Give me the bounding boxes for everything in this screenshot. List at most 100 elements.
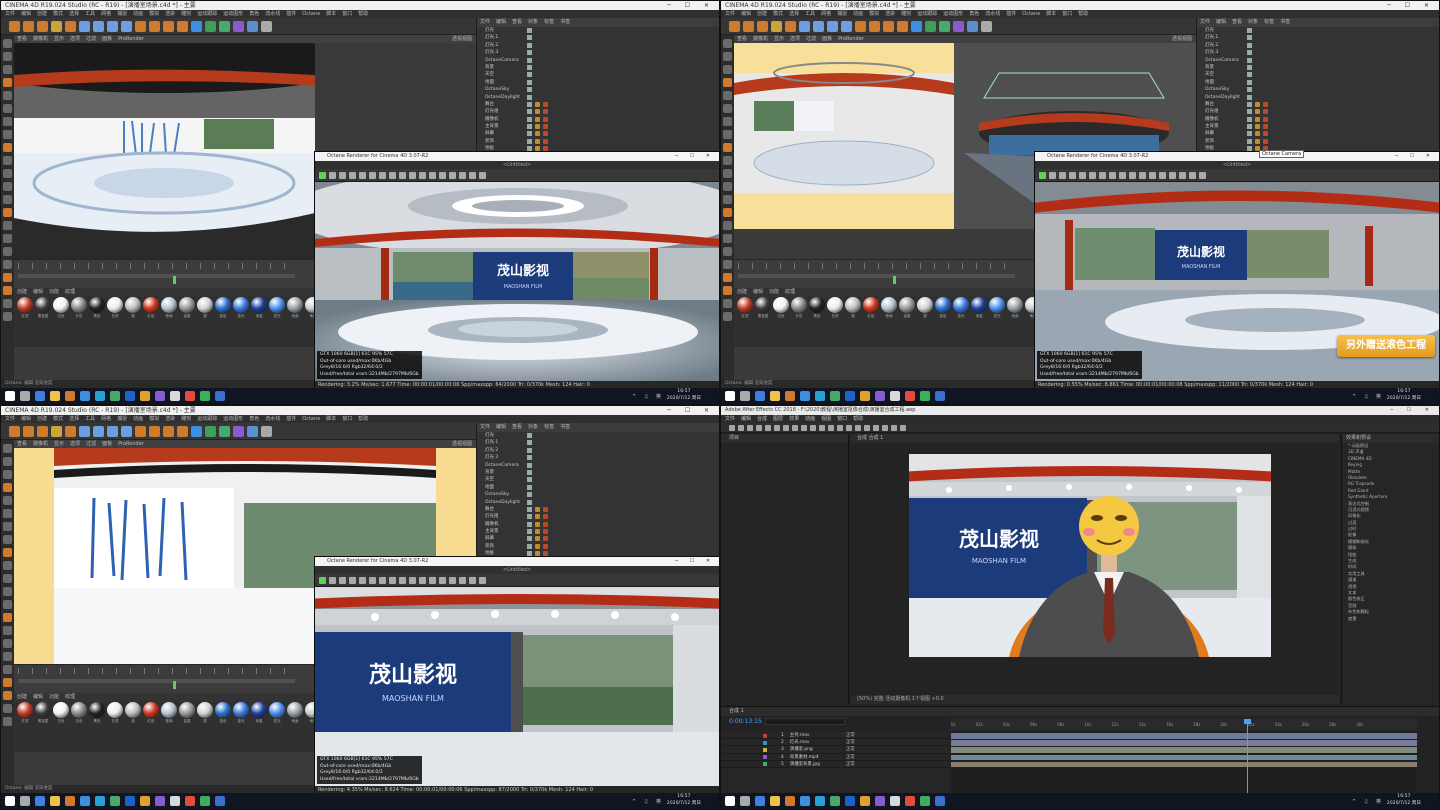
octane-window-controls[interactable]: ─ ☐ ✕ bbox=[675, 557, 715, 566]
object-row[interactable]: OctaneCamera bbox=[1197, 57, 1439, 64]
taskbar-app-icon[interactable] bbox=[755, 796, 765, 806]
layer-blend-mode[interactable]: 正常 bbox=[846, 739, 855, 746]
object-row[interactable]: 摄像机 bbox=[477, 116, 719, 123]
material-tag-icon[interactable] bbox=[535, 116, 540, 122]
taskbar-app-icon[interactable] bbox=[920, 796, 930, 806]
octane-tool-icon[interactable] bbox=[409, 172, 416, 179]
material-swatch[interactable] bbox=[17, 297, 33, 313]
object-menu-item[interactable]: 标签 bbox=[544, 424, 554, 430]
visibility-icon[interactable] bbox=[527, 131, 532, 137]
mode-tool-icon[interactable] bbox=[723, 312, 732, 321]
toolbar-tool-icon[interactable] bbox=[813, 21, 824, 32]
menu-item[interactable]: 窗口 bbox=[342, 416, 352, 422]
mode-tool-icon[interactable] bbox=[3, 130, 12, 139]
octane-tool-icon[interactable] bbox=[1159, 172, 1166, 179]
object-menu-item[interactable]: 编辑 bbox=[496, 19, 506, 25]
material-menu-item[interactable]: 纹理 bbox=[65, 694, 75, 700]
octane-tool-icon[interactable] bbox=[1199, 172, 1206, 179]
menu-item[interactable]: Octane bbox=[302, 416, 320, 422]
material-swatch[interactable] bbox=[161, 297, 177, 313]
visibility-icon[interactable] bbox=[1247, 124, 1252, 130]
object-row[interactable]: 地面 bbox=[1197, 79, 1439, 86]
octane-tool-icon[interactable] bbox=[1119, 172, 1126, 179]
viewport-menu-item[interactable]: 选项 bbox=[70, 36, 80, 42]
octane-tag-icon[interactable] bbox=[543, 124, 548, 130]
object-row[interactable]: 灯光.1 bbox=[1197, 34, 1439, 41]
ae-menu-item[interactable]: 窗口 bbox=[837, 416, 847, 422]
ae-tool-icon[interactable] bbox=[819, 425, 825, 431]
taskbar-app-icon[interactable] bbox=[860, 391, 870, 401]
viewport-menu-item[interactable]: ProRender bbox=[118, 36, 144, 42]
object-row[interactable]: 天空 bbox=[477, 71, 719, 78]
object-row[interactable]: 主背景 bbox=[1197, 123, 1439, 130]
octane-tool-icon[interactable] bbox=[409, 577, 416, 584]
taskbar-app-icon[interactable] bbox=[110, 796, 120, 806]
taskbar-app-icon[interactable] bbox=[215, 796, 225, 806]
toolbar-tool-icon[interactable] bbox=[79, 426, 90, 437]
octane-send-scene-icon[interactable] bbox=[319, 577, 326, 584]
mode-tool-icon[interactable] bbox=[723, 65, 732, 74]
octane-tool-icon[interactable] bbox=[459, 577, 466, 584]
toolbar-tool-icon[interactable] bbox=[785, 21, 796, 32]
mode-tool-icon[interactable] bbox=[723, 78, 732, 87]
octane-tool-icon[interactable] bbox=[389, 172, 396, 179]
system-tray[interactable]: ^ ♫ 英 bbox=[632, 798, 664, 805]
ae-layer-row[interactable]: 1 主持.mov 正常 bbox=[721, 732, 949, 740]
object-row[interactable]: 灯光.1 bbox=[477, 34, 719, 41]
mode-tool-icon[interactable] bbox=[3, 286, 12, 295]
material-swatch[interactable] bbox=[863, 297, 879, 313]
octane-tag-icon[interactable] bbox=[543, 506, 548, 512]
ae-tool-icon[interactable] bbox=[810, 425, 816, 431]
timeline[interactable] bbox=[14, 664, 315, 692]
visibility-icon[interactable] bbox=[527, 514, 532, 520]
visibility-icon[interactable] bbox=[527, 79, 532, 85]
material-swatch[interactable] bbox=[35, 297, 51, 313]
menu-item[interactable]: 插件 bbox=[1006, 11, 1016, 17]
object-row[interactable]: 装饰 bbox=[477, 543, 719, 550]
object-row[interactable]: 装饰 bbox=[477, 138, 719, 145]
mode-tool-icon[interactable] bbox=[3, 273, 12, 282]
object-menu-item[interactable]: 文件 bbox=[480, 19, 490, 25]
toolbar-tool-icon[interactable] bbox=[37, 21, 48, 32]
timeline[interactable] bbox=[14, 259, 315, 287]
octane-render-view[interactable]: 茂山影视 MAOSHAN FILM GTX 1060 6GB[1] 61C 95… bbox=[315, 182, 719, 381]
layer-color-label[interactable] bbox=[763, 733, 767, 738]
material-swatch[interactable] bbox=[971, 297, 987, 313]
material-tag-icon[interactable] bbox=[1255, 138, 1260, 144]
toolbar-tool-icon[interactable] bbox=[51, 426, 62, 437]
layer-blend-mode[interactable]: 正常 bbox=[846, 754, 855, 761]
object-row[interactable]: OctaneCamera bbox=[477, 462, 719, 469]
octane-tool-icon[interactable] bbox=[329, 172, 336, 179]
ae-tool-icon[interactable] bbox=[747, 425, 753, 431]
object-row[interactable]: 灯光组 bbox=[1197, 108, 1439, 115]
object-menu-item[interactable]: 文件 bbox=[480, 424, 490, 430]
viewport-menu-item[interactable]: ProRender bbox=[838, 36, 864, 42]
material-swatch[interactable] bbox=[161, 702, 177, 718]
visibility-icon[interactable] bbox=[527, 101, 532, 107]
menu-item[interactable]: 运动图形 bbox=[943, 11, 963, 17]
taskbar-app-icon[interactable] bbox=[920, 391, 930, 401]
visibility-icon[interactable] bbox=[527, 28, 532, 33]
visibility-icon[interactable] bbox=[1247, 109, 1252, 115]
mode-tool-icon[interactable] bbox=[3, 169, 12, 178]
material-tag-icon[interactable] bbox=[1255, 109, 1260, 115]
ae-menu-item[interactable]: 动画 bbox=[805, 416, 815, 422]
menu-item[interactable]: 流水线 bbox=[265, 416, 280, 422]
mode-tool-icon[interactable] bbox=[723, 299, 732, 308]
object-row[interactable]: OctaneSky bbox=[1197, 86, 1439, 93]
viewport-menu-item[interactable]: 显示 bbox=[774, 36, 784, 42]
visibility-icon[interactable] bbox=[1247, 131, 1252, 137]
material-swatch[interactable] bbox=[917, 297, 933, 313]
ae-tool-icon[interactable] bbox=[837, 425, 843, 431]
layer-duration-bar[interactable] bbox=[951, 733, 1417, 739]
visibility-icon[interactable] bbox=[527, 455, 532, 461]
object-row[interactable]: 灯光.3 bbox=[477, 49, 719, 56]
ae-tool-icon[interactable] bbox=[864, 425, 870, 431]
ae-project-tab[interactable]: 项目 bbox=[721, 434, 848, 443]
mode-tool-icon[interactable] bbox=[3, 587, 12, 596]
material-tag-icon[interactable] bbox=[535, 101, 540, 107]
object-row[interactable]: OctaneDaylight bbox=[477, 94, 719, 101]
material-swatch[interactable] bbox=[251, 702, 267, 718]
toolbar-tool-icon[interactable] bbox=[869, 21, 880, 32]
object-menu-item[interactable]: 书签 bbox=[560, 424, 570, 430]
